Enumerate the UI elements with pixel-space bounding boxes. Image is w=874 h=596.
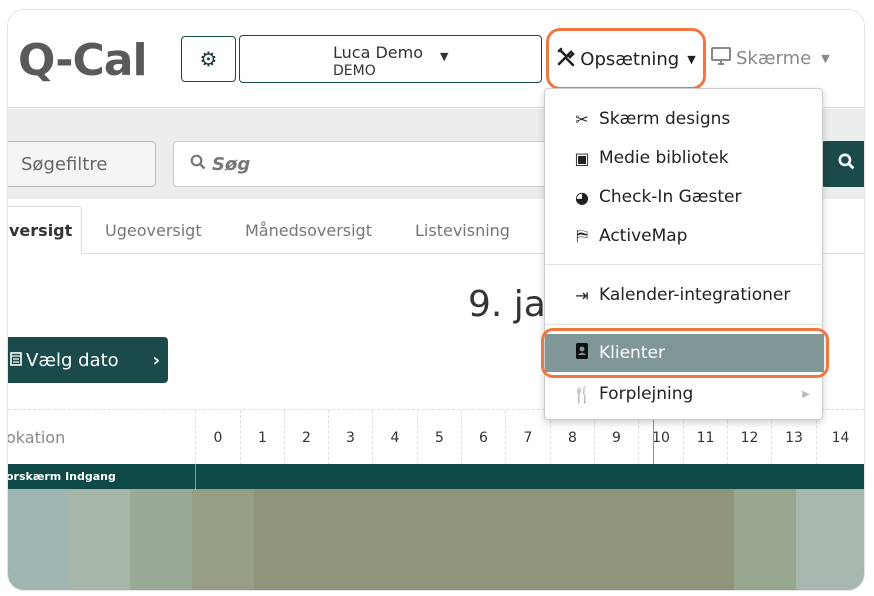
- hour-cell: 3: [328, 410, 372, 465]
- search-icon: [190, 154, 206, 175]
- tools-icon: [556, 47, 576, 72]
- caret-right-icon: ▶: [802, 388, 810, 400]
- gauge-icon: ◕: [575, 187, 589, 207]
- screens-label: Skærme: [736, 48, 812, 69]
- menu-divider: [545, 264, 824, 265]
- utensils-icon: 🍴: [572, 384, 592, 404]
- menu-item-calendar-integrations[interactable]: ⇥ Kalender-integrationer: [545, 276, 824, 314]
- caret-down-icon: ▼: [821, 52, 830, 65]
- search-submit-button[interactable]: [821, 141, 864, 187]
- tab-month-overview[interactable]: Månedsoversigt: [245, 206, 372, 254]
- file-import-icon: ⇥: [575, 285, 589, 305]
- location-row-header[interactable]: orskærm Indgang: [8, 464, 864, 489]
- menu-item-catering[interactable]: 🍴 Forplejning ▶: [545, 375, 824, 413]
- search-icon: [838, 153, 855, 175]
- app-logo[interactable]: Q-Cal: [18, 35, 148, 86]
- photo-video-icon: ▣: [574, 148, 590, 168]
- caret-down-icon: ▼: [687, 52, 696, 66]
- row-divider: [195, 464, 196, 489]
- settings-button[interactable]: ⚙: [181, 36, 236, 82]
- hour-cell: 14: [816, 410, 864, 465]
- location-column-header: okation: [8, 428, 66, 447]
- blurred-content: [8, 489, 864, 590]
- hour-cell: 7: [505, 410, 550, 465]
- user-organization: DEMO: [333, 63, 376, 79]
- menu-item-label: ActiveMap: [599, 226, 688, 246]
- hour-cell: 1: [240, 410, 284, 465]
- tools-icon: ✂: [575, 109, 589, 129]
- search-filters-button[interactable]: Søgefiltre: [8, 141, 156, 187]
- highlight-annotation: [541, 328, 829, 378]
- tab-list-view[interactable]: Listevisning: [415, 206, 510, 254]
- search-placeholder: Søg: [212, 153, 251, 175]
- screens-menu-button[interactable]: Skærme ▼: [710, 46, 830, 71]
- map-marked-icon: ⛿: [576, 226, 588, 245]
- hour-cell: 0: [195, 410, 240, 465]
- pick-date-label: Vælg dato: [26, 349, 119, 371]
- hour-cell: 6: [461, 410, 505, 465]
- menu-item-label: Check-In Gæster: [599, 187, 742, 207]
- menu-item-activemap[interactable]: ⛿ ActiveMap: [545, 217, 824, 255]
- chevron-right-icon: ›: [152, 349, 161, 371]
- menu-item-media-library[interactable]: ▣ Medie bibliotek: [545, 139, 824, 177]
- hour-cell: 2: [284, 410, 328, 465]
- calendar-icon: [10, 350, 22, 371]
- tab-day-overview[interactable]: versigt: [8, 206, 82, 254]
- current-time-indicator: [653, 420, 654, 465]
- menu-item-label: Kalender-integrationer: [599, 285, 791, 305]
- user-dropdown-button[interactable]: Luca Demo ▼ DEMO: [239, 35, 542, 83]
- hour-cell: 5: [417, 410, 461, 465]
- menu-divider: [545, 324, 824, 325]
- app-window: Q-Cal ⚙ Luca Demo ▼ DEMO Opsætning ▼ Skæ…: [8, 10, 864, 590]
- setup-menu-button[interactable]: Opsætning ▼: [546, 28, 706, 90]
- cogs-icon: ⚙: [199, 47, 218, 71]
- desktop-icon: [710, 46, 732, 71]
- menu-item-label: Forplejning: [599, 384, 694, 404]
- caret-down-icon: ▼: [440, 50, 449, 63]
- tab-week-overview[interactable]: Ugeoversigt: [105, 206, 202, 254]
- location-row-label: orskærm Indgang: [8, 470, 116, 483]
- menu-item-label: Medie bibliotek: [599, 148, 729, 168]
- menu-item-screen-designs[interactable]: ✂ Skærm designs: [545, 100, 824, 138]
- hour-cell: 4: [372, 410, 417, 465]
- setup-label: Opsætning: [580, 48, 680, 70]
- pick-date-button[interactable]: Vælg dato ›: [8, 337, 168, 383]
- menu-item-label: Skærm designs: [599, 109, 731, 129]
- menu-item-check-in-guests[interactable]: ◕ Check-In Gæster: [545, 178, 824, 216]
- user-name: Luca Demo: [333, 43, 423, 62]
